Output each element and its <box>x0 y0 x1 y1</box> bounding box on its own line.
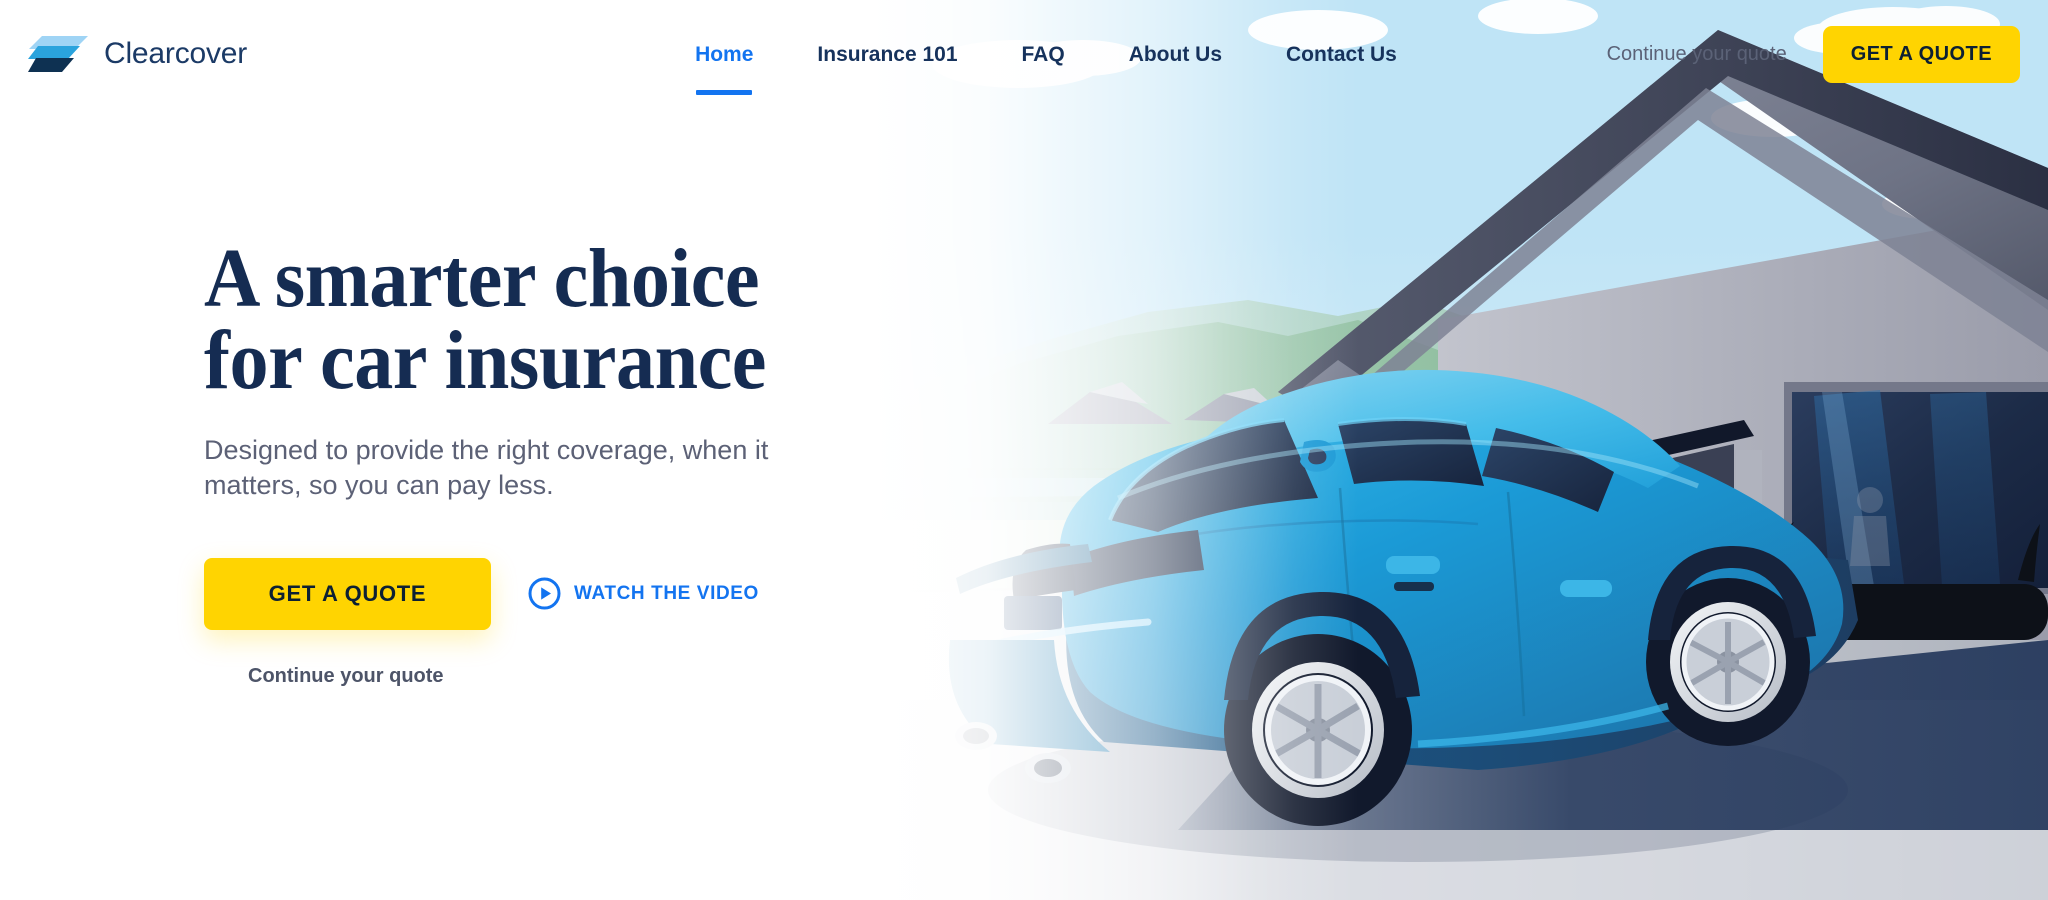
nav-item-insurance-101-label: Insurance 101 <box>817 42 958 66</box>
watch-the-video-label: WATCH THE VIDEO <box>574 582 759 604</box>
header-actions: Continue your quote GET A QUOTE <box>1607 25 2020 83</box>
nav-item-home[interactable]: Home <box>695 42 754 95</box>
clearcover-logo-icon <box>28 36 88 72</box>
hero-continue-quote-link[interactable]: Continue your quote <box>248 665 444 688</box>
nav-item-contact-us[interactable]: Contact Us <box>1286 44 1397 65</box>
brand-logo[interactable]: Clearcover <box>28 32 247 76</box>
header-get-a-quote-button[interactable]: GET A QUOTE <box>1822 25 2020 83</box>
hero-subheadline: Designed to provide the right coverage, … <box>204 434 769 501</box>
nav-item-about-us[interactable]: About Us <box>1129 44 1222 65</box>
nav-item-faq-label: FAQ <box>1021 42 1065 66</box>
nav-active-underline <box>696 89 753 95</box>
nav-item-home-label: Home <box>695 42 754 66</box>
watch-the-video-link[interactable]: WATCH THE VIDEO <box>528 577 759 610</box>
site-header: Clearcover Home Insurance 101 FAQ About … <box>0 0 2048 108</box>
hero-content: A smarter choice for car insurance Desig… <box>204 237 964 688</box>
page-title: A smarter choice for car insurance <box>204 237 911 408</box>
header-continue-quote-link[interactable]: Continue your quote <box>1607 43 1787 66</box>
hero-cta-row: GET A QUOTE WATCH THE VIDEO <box>204 557 964 630</box>
landing-page: Clearcover Home Insurance 101 FAQ About … <box>0 0 2048 900</box>
brand-name: Clearcover <box>104 37 248 70</box>
nav-item-contact-us-label: Contact Us <box>1286 42 1397 66</box>
nav-item-insurance-101[interactable]: Insurance 101 <box>817 44 957 65</box>
hero-get-a-quote-button[interactable]: GET A QUOTE <box>204 557 491 630</box>
play-circle-icon <box>528 577 561 610</box>
headline-line-1: A smarter choice <box>204 232 760 325</box>
nav-item-about-us-label: About Us <box>1128 42 1223 66</box>
main-navigation: Home Insurance 101 FAQ About Us Contact … <box>695 42 1397 95</box>
headline-line-2: for car insurance <box>204 314 767 408</box>
nav-item-faq[interactable]: FAQ <box>1022 44 1065 65</box>
